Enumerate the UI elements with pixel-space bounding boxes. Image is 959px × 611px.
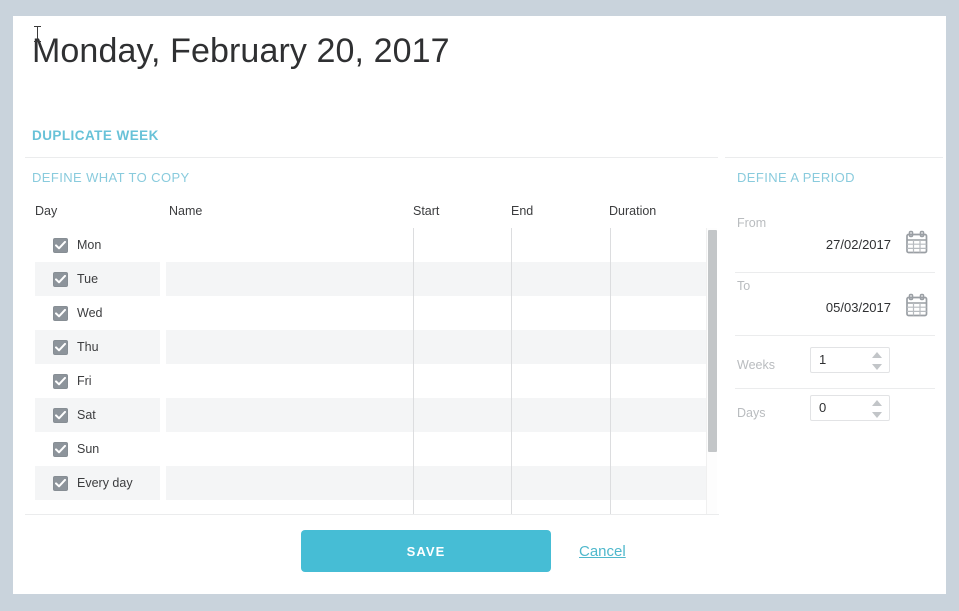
row-label: Tue [77, 272, 99, 286]
cell-name[interactable] [166, 228, 711, 262]
field-weeks-label: Weeks [737, 358, 775, 372]
column-header-name: Name [169, 204, 203, 218]
field-days: Days 0 [725, 390, 943, 437]
calendar-icon[interactable] [905, 230, 931, 255]
cell-name[interactable] [166, 432, 711, 466]
save-button[interactable]: SAVE [301, 530, 551, 572]
cell-name[interactable] [166, 364, 711, 398]
field-divider [735, 335, 935, 336]
cell-day: Sat [35, 398, 160, 432]
field-weeks: Weeks 1 [725, 342, 943, 389]
field-divider [735, 272, 935, 273]
weeks-spinner[interactable] [872, 351, 883, 371]
row-label: Thu [77, 340, 99, 354]
cancel-link[interactable]: Cancel [579, 543, 626, 560]
column-header-day: Day [35, 204, 58, 218]
subheading-define-what-to-copy: DEFINE WHAT TO COPY [32, 170, 190, 185]
section-divider-right [725, 157, 943, 158]
field-from-value[interactable]: 27/02/2017 [826, 237, 891, 252]
field-divider [735, 388, 935, 389]
weeks-stepper[interactable]: 1 [810, 347, 890, 373]
section-divider [25, 157, 718, 158]
calendar-icon[interactable] [905, 293, 931, 318]
table-row: Thu [25, 330, 722, 364]
field-days-label: Days [737, 406, 766, 420]
cell-name[interactable] [166, 466, 711, 500]
table-row: Every day [25, 466, 722, 500]
table-row: Tue [25, 262, 722, 296]
cell-name[interactable] [166, 262, 711, 296]
cell-day: Sun [35, 432, 160, 466]
checkbox-mon[interactable] [53, 237, 68, 253]
chevron-down-icon[interactable] [872, 412, 882, 418]
row-label: Mon [77, 238, 102, 252]
row-label: Every day [77, 476, 133, 490]
checkbox-fri[interactable] [53, 373, 68, 389]
cell-name[interactable] [166, 296, 711, 330]
define-what-to-copy-panel: DEFINE WHAT TO COPY Day Name Start End D… [13, 16, 721, 594]
cell-day: Mon [35, 228, 160, 262]
checkbox-sun[interactable] [53, 441, 68, 457]
cell-day: Thu [35, 330, 160, 364]
table-header-row: Day Name Start End Duration [25, 204, 722, 228]
checkbox-every-day[interactable] [53, 475, 68, 491]
column-divider-duration [610, 228, 611, 514]
column-header-duration: Duration [609, 204, 657, 218]
field-to: To 05/03/2017 [725, 279, 943, 336]
chevron-up-icon[interactable] [872, 400, 882, 406]
subheading-define-a-period: DEFINE A PERIOD [737, 170, 855, 185]
column-divider-start [413, 228, 414, 514]
checkbox-wed[interactable] [53, 305, 68, 321]
table-row: Mon [25, 228, 722, 262]
column-divider-end [511, 228, 512, 514]
cell-name[interactable] [166, 330, 711, 364]
days-table: Day Name Start End Duration Mon Tue Wed Thu… [25, 204, 722, 515]
weeks-value[interactable]: 1 [819, 352, 826, 367]
days-stepper[interactable]: 0 [810, 395, 890, 421]
field-from-label: From [737, 216, 767, 230]
row-label: Fri [77, 374, 92, 388]
duplicate-week-card: Monday, February 20, 2017 DUPLICATE WEEK… [13, 16, 946, 594]
row-label: Wed [77, 306, 103, 320]
column-header-start: Start [413, 204, 440, 218]
cell-day: Wed [35, 296, 160, 330]
table-row: Sun [25, 432, 722, 466]
chevron-down-icon[interactable] [872, 364, 882, 370]
table-scrollbar[interactable] [706, 228, 717, 514]
table-row: Sat [25, 398, 722, 432]
field-to-value[interactable]: 05/03/2017 [826, 300, 891, 315]
checkbox-sat[interactable] [53, 407, 68, 423]
cell-name[interactable] [166, 398, 711, 432]
days-spinner[interactable] [872, 399, 883, 419]
cell-day: Every day [35, 466, 160, 500]
field-to-label: To [737, 279, 751, 293]
chevron-up-icon[interactable] [872, 352, 882, 358]
table-scrollbar-thumb[interactable] [708, 230, 717, 452]
table-row: Fri [25, 364, 722, 398]
cell-day: Fri [35, 364, 160, 398]
row-label: Sat [77, 408, 96, 422]
days-value[interactable]: 0 [819, 400, 826, 415]
table-body: Mon Tue Wed Thu Fri Sat Sun Every day [25, 228, 722, 514]
field-from: From 27/02/2017 [725, 216, 943, 273]
row-label: Sun [77, 442, 100, 456]
define-a-period-panel: DEFINE A PERIOD From 27/02/2017 To 05/03… [723, 16, 946, 594]
table-row: Wed [25, 296, 722, 330]
cell-day: Tue [35, 262, 160, 296]
column-header-end: End [511, 204, 534, 218]
checkbox-tue[interactable] [53, 271, 68, 287]
table-bottom-divider [25, 514, 719, 515]
checkbox-thu[interactable] [53, 339, 68, 355]
